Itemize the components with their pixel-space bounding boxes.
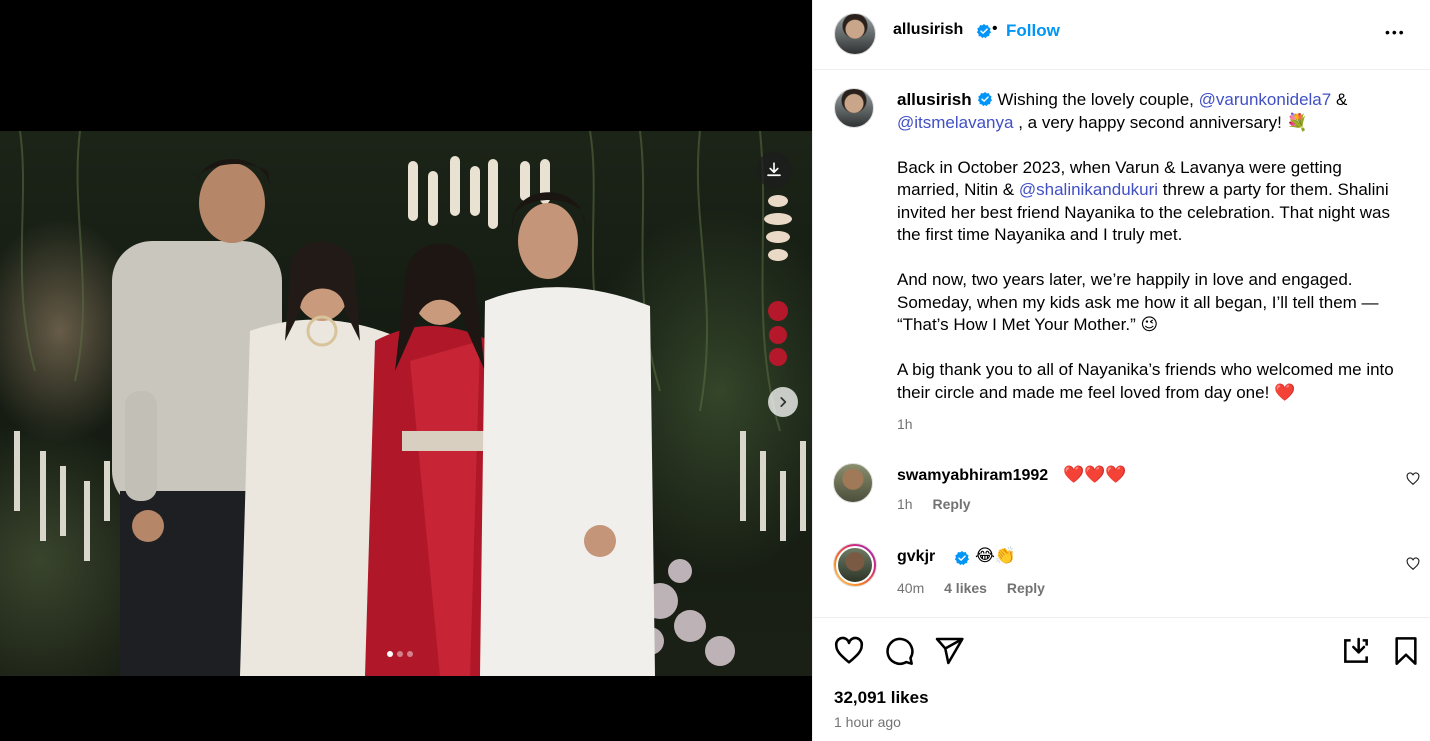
commenter-avatar <box>836 546 874 584</box>
header-separator: • <box>992 20 998 37</box>
post-details-panel: allusirish • Follow ••• allusirish Wishi… <box>812 0 1430 741</box>
follow-button[interactable]: Follow <box>1006 21 1060 41</box>
download-button[interactable] <box>756 152 792 188</box>
comment-timestamp[interactable]: 40m <box>897 580 924 596</box>
person-4 <box>480 192 655 676</box>
like-comment-icon[interactable] <box>1406 472 1420 486</box>
reply-button[interactable]: Reply <box>932 496 970 512</box>
person-3 <box>365 243 500 676</box>
post-actions: 32,091 likes 1 hour ago <box>813 617 1430 741</box>
comment-item: swamyabhiram1992 ❤️❤️❤️ 1h Reply <box>833 463 1420 523</box>
comment-likes-count[interactable]: 4 likes <box>944 580 987 596</box>
caption-paragraph: A big thank you to all of Nayanika’s fri… <box>897 359 1397 404</box>
mention-link[interactable]: @itsmelavanya <box>897 113 1013 132</box>
commenter-username[interactable]: gvkjr <box>897 548 935 566</box>
verified-badge-icon <box>976 24 991 39</box>
wink-emoji: 😉 <box>1140 315 1159 334</box>
mention-link[interactable]: @varunkonidela7 <box>1199 90 1332 109</box>
more-options-button[interactable]: ••• <box>1385 17 1406 43</box>
likes-count[interactable]: 32,091 likes <box>834 688 929 708</box>
bookmark-icon[interactable] <box>1390 635 1422 667</box>
carousel-indicators <box>387 651 413 657</box>
verified-badge-icon <box>954 551 969 566</box>
media-viewer <box>0 0 812 741</box>
caption-timestamp[interactable]: 1h <box>897 416 913 432</box>
bouquet-emoji: 💐 <box>1286 112 1308 132</box>
caption-paragraph: Back in October 2023, when Varun & Lavan… <box>897 157 1397 247</box>
reply-button[interactable]: Reply <box>1007 580 1045 596</box>
caption-text-run: And now, two years later, we’re happily … <box>897 270 1379 334</box>
caption-text: allusirish Wishing the lovely couple, @v… <box>897 89 1397 404</box>
author-avatar[interactable] <box>834 13 876 55</box>
heart-emoji: ❤️ <box>1274 382 1296 402</box>
carousel-dot <box>407 651 413 657</box>
download-icon <box>767 162 781 177</box>
post-header: allusirish • Follow ••• <box>813 0 1430 70</box>
caption-paragraph: And now, two years later, we’re happily … <box>897 269 1397 337</box>
comment-meta: 40m 4 likes Reply <box>897 580 1061 596</box>
post-photo[interactable] <box>0 131 812 676</box>
chevron-right-icon <box>780 397 787 407</box>
like-icon[interactable] <box>833 635 865 667</box>
caption-author-avatar[interactable] <box>834 88 874 128</box>
post-timestamp[interactable]: 1 hour ago <box>834 714 901 730</box>
author-username-text[interactable]: allusirish <box>893 21 963 38</box>
caption-text-run: Wishing the lovely couple, <box>992 90 1199 109</box>
commenter-avatar[interactable] <box>833 463 873 503</box>
verified-badge-icon <box>977 92 992 107</box>
caption-paragraph: allusirish Wishing the lovely couple, @v… <box>897 89 1397 134</box>
more-options-icon: ••• <box>1385 24 1406 40</box>
comment-text: ❤️❤️❤️ <box>1063 465 1127 484</box>
commenter-username[interactable]: swamyabhiram1992 <box>897 467 1048 485</box>
comment-item: gvkjr 😂👏 40m 4 likes Reply <box>833 543 1420 603</box>
comment-timestamp[interactable]: 1h <box>897 496 913 512</box>
comment-icon[interactable] <box>883 635 915 667</box>
like-comment-icon[interactable] <box>1406 557 1420 571</box>
save-to-collection-icon[interactable] <box>1340 635 1372 667</box>
caption-author-username[interactable]: allusirish <box>897 90 972 109</box>
author-username[interactable]: allusirish <box>893 21 963 39</box>
comment-meta: 1h Reply <box>897 496 987 512</box>
share-icon[interactable] <box>933 635 965 667</box>
story-ring[interactable] <box>833 543 877 587</box>
photo-illustration <box>14 131 806 676</box>
caption-text-run: & <box>1331 90 1348 109</box>
carousel-dot <box>387 651 393 657</box>
carousel-dot <box>397 651 403 657</box>
comment-text: 😂👏 <box>975 546 1017 565</box>
caption-text-run: A big thank you to all of Nayanika’s fri… <box>897 360 1394 402</box>
mention-link[interactable]: @shalinikandukuri <box>1019 180 1158 199</box>
caption-text-run: , a very happy second anniversary! <box>1013 112 1287 132</box>
carousel-next-button[interactable] <box>768 387 798 417</box>
